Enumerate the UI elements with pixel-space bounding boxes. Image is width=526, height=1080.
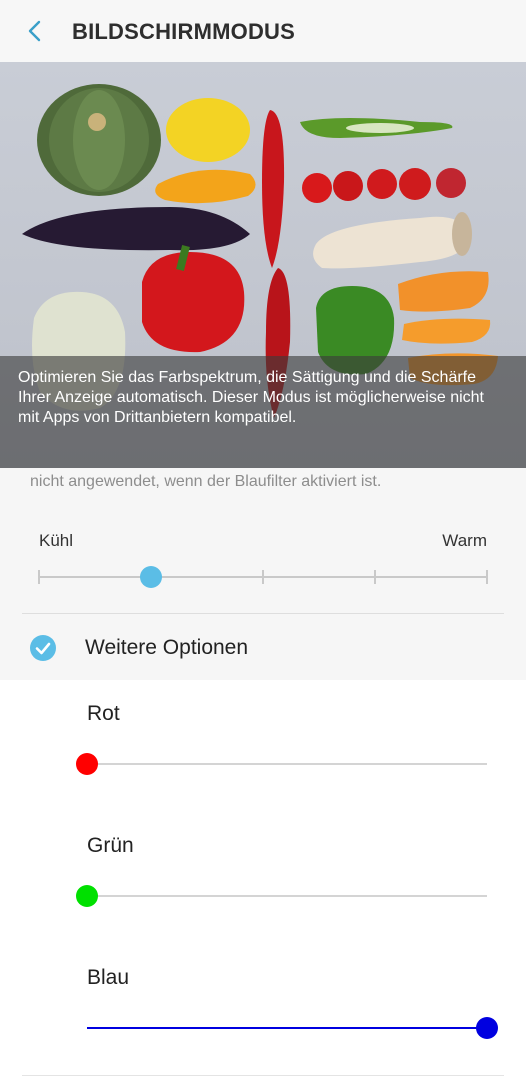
slider-thumb[interactable] — [76, 885, 98, 907]
blue-slider[interactable] — [87, 1017, 498, 1039]
color-temperature-slider[interactable] — [38, 566, 488, 588]
warm-label: Warm — [442, 531, 487, 550]
preview-image: Optimieren Sie das Farbspektrum, die Sät… — [0, 62, 526, 468]
caption-overlay: Optimieren Sie das Farbspektrum, die Sät… — [0, 356, 526, 468]
slider-thumb[interactable] — [139, 566, 162, 588]
description-text: nicht angewendet, wenn der Blaufilter ak… — [30, 473, 382, 490]
chevron-left-icon — [28, 20, 41, 42]
slider-thumb[interactable] — [476, 1017, 498, 1039]
slider-thumb[interactable] — [76, 753, 98, 775]
caption-text: Optimieren Sie das Farbspektrum, die Sät… — [18, 369, 484, 426]
slider-track — [87, 763, 487, 765]
green-label: Grün — [87, 834, 134, 857]
cool-label: Kühl — [39, 531, 74, 550]
divider — [22, 613, 504, 614]
app-bar: BILDSCHIRMMODUS — [0, 0, 526, 63]
more-options-toggle[interactable]: Weitere Optionen — [0, 622, 526, 678]
blue-label: Blau — [87, 966, 130, 989]
more-options-label: Weitere Optionen — [85, 636, 249, 659]
divider — [22, 1075, 504, 1076]
page-title: BILDSCHIRMMODUS — [72, 19, 295, 44]
rgb-panel: Rot Grün Blau — [0, 680, 526, 1080]
red-label: Rot — [87, 702, 120, 725]
slider-tick — [262, 570, 264, 584]
checkbox-checked-icon[interactable] — [29, 634, 57, 662]
back-button[interactable] — [22, 17, 50, 45]
green-slider[interactable] — [76, 885, 487, 907]
slider-tick — [374, 570, 376, 584]
slider-fill — [87, 1027, 487, 1029]
red-slider[interactable] — [76, 753, 487, 775]
slider-track — [87, 895, 487, 897]
slider-tick — [486, 570, 488, 584]
slider-tick — [38, 570, 40, 584]
